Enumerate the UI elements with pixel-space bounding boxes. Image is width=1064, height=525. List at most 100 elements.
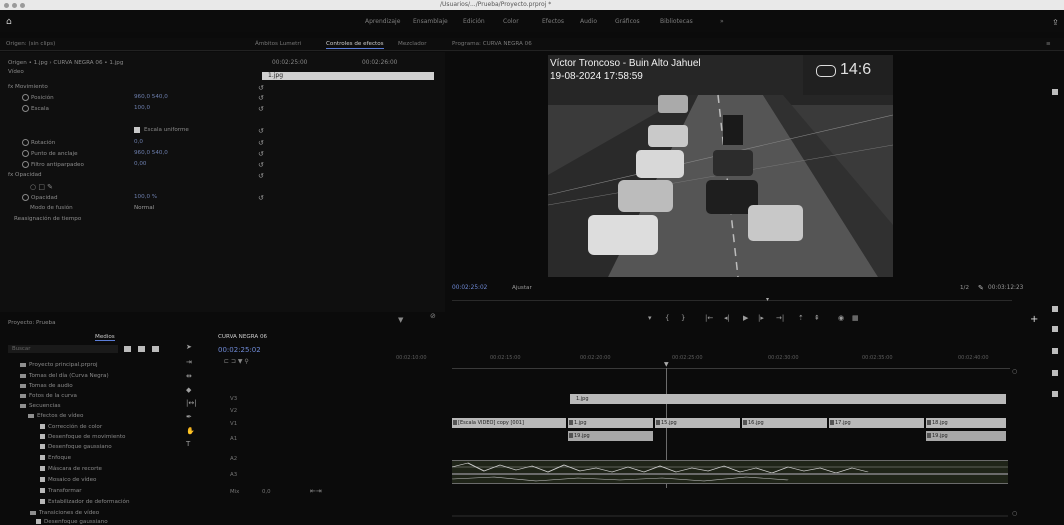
wrench-icon[interactable]: ✎ bbox=[978, 284, 984, 292]
track-header-a3[interactable]: A3 bbox=[230, 472, 237, 478]
timeline-scroll-handle-icon[interactable]: ○ bbox=[1012, 510, 1017, 517]
share-icon[interactable]: ⇪ bbox=[1052, 18, 1059, 27]
close-window-icon[interactable] bbox=[4, 3, 9, 8]
step-back-icon[interactable]: ◂| bbox=[724, 314, 730, 322]
program-scrubber[interactable] bbox=[452, 300, 1012, 301]
position-value[interactable]: 960,0 540,0 bbox=[134, 94, 168, 100]
reset-icon[interactable]: ↺ bbox=[258, 161, 264, 169]
scale-row[interactable]: Escala bbox=[22, 105, 49, 112]
opacity-value[interactable]: 100,0 % bbox=[134, 194, 157, 200]
lift-icon[interactable]: ⇡ bbox=[798, 314, 804, 322]
stopwatch-icon[interactable] bbox=[22, 194, 29, 201]
anti-flicker-value[interactable]: 0,00 bbox=[134, 161, 146, 167]
timeline-clip-v2[interactable]: 15.jpg bbox=[655, 418, 740, 428]
reset-icon[interactable]: ↺ bbox=[258, 172, 264, 180]
stopwatch-icon[interactable] bbox=[22, 150, 29, 157]
track-header-v3[interactable]: V3 bbox=[230, 396, 237, 402]
anti-flicker-row[interactable]: Filtro antiparpadeo bbox=[22, 161, 84, 168]
bin-item[interactable]: Mosaico de vídeo bbox=[40, 477, 96, 483]
track-header-v1[interactable]: V1 bbox=[230, 421, 237, 427]
in-point-icon[interactable]: { bbox=[665, 314, 669, 322]
track-toggle-checkbox[interactable] bbox=[1052, 348, 1058, 354]
timeline-tool-icons[interactable]: ⊏ ⊐ ▼ ⚲ bbox=[224, 358, 249, 365]
fit-timeline-icon[interactable]: ⇤⇥ bbox=[310, 487, 322, 495]
workspace-3[interactable]: Color bbox=[503, 18, 519, 25]
tab-media[interactable]: Medios bbox=[95, 334, 115, 341]
tab-effect-controls[interactable]: Controles de efectos bbox=[326, 41, 384, 49]
timeline-clip-v2[interactable]: 16.jpg bbox=[742, 418, 827, 428]
effect-controls-clip-bar[interactable]: 1.jpg bbox=[262, 72, 434, 80]
timeline-clip-v2[interactable]: 1.jpg bbox=[568, 418, 653, 428]
timeline-clip-v3[interactable]: 1.jpg bbox=[570, 394, 1006, 404]
bin-item[interactable]: Desenfoque de movimiento bbox=[40, 434, 125, 440]
workspace-4[interactable]: Efectos bbox=[542, 18, 564, 25]
minimize-window-icon[interactable] bbox=[12, 3, 17, 8]
timeline-clip-v2[interactable]: [Escala VIDEO] copy [001] bbox=[452, 418, 566, 428]
mask-shape-icons[interactable]: ○ □ ✎ bbox=[30, 183, 53, 191]
track-toggle-checkbox[interactable] bbox=[1052, 89, 1058, 95]
step-forward-icon[interactable]: |▸ bbox=[758, 314, 764, 322]
program-monitor-frame[interactable]: Víctor Troncoso - Buin Alto Jahuel 19-08… bbox=[548, 55, 893, 277]
hand-tool-icon[interactable]: ✋ bbox=[186, 427, 195, 435]
playhead-marker-icon[interactable]: ▾ bbox=[766, 296, 769, 303]
scale-value[interactable]: 100,0 bbox=[134, 105, 150, 111]
extract-icon[interactable]: ⇞ bbox=[814, 314, 820, 322]
go-out-icon[interactable]: →| bbox=[776, 314, 784, 322]
bin-item[interactable]: Corrección de color bbox=[40, 424, 102, 430]
funnel-icon[interactable]: ▼ bbox=[398, 316, 403, 324]
anchor-point-value[interactable]: 960,0 540,0 bbox=[134, 150, 168, 156]
quality-dropdown[interactable]: 1/2 bbox=[960, 285, 969, 291]
reset-icon[interactable]: ↺ bbox=[258, 139, 264, 147]
project-item[interactable]: Fotos de la curva bbox=[20, 393, 77, 399]
fit-dropdown[interactable]: Ajustar bbox=[512, 285, 532, 291]
home-icon[interactable]: ⌂ bbox=[6, 17, 12, 27]
timeline-end-marker-icon[interactable]: ○ bbox=[1012, 368, 1017, 375]
stopwatch-icon[interactable] bbox=[22, 161, 29, 168]
project-item[interactable]: Secuencias bbox=[20, 403, 61, 409]
program-timecode-current[interactable]: 00:02:25:02 bbox=[452, 285, 487, 291]
ripple-edit-tool-icon[interactable]: ⇹ bbox=[186, 372, 192, 380]
reset-icon[interactable]: ↺ bbox=[258, 94, 264, 102]
stopwatch-icon[interactable] bbox=[22, 94, 29, 101]
track-header-a1[interactable]: A1 bbox=[230, 436, 237, 442]
project-panel-title[interactable]: Proyecto: Prueba bbox=[8, 320, 56, 326]
track-header-mix[interactable]: Mix bbox=[230, 489, 239, 495]
zoom-window-icon[interactable] bbox=[20, 3, 25, 8]
workspace-1[interactable]: Ensamblaje bbox=[413, 18, 448, 25]
timeline-clip-v1[interactable]: 19.jpg bbox=[926, 431, 1006, 441]
slip-tool-icon[interactable]: |↔| bbox=[186, 399, 197, 407]
marker-icon[interactable]: ▾ bbox=[648, 314, 652, 322]
track-toggle-checkbox[interactable] bbox=[1052, 391, 1058, 397]
tab-program-monitor[interactable]: Programa: CURVA NEGRA 06 bbox=[452, 41, 532, 47]
opacity-effect-row[interactable]: fx Opacidad bbox=[8, 172, 42, 178]
reset-icon[interactable]: ↺ bbox=[258, 127, 264, 135]
go-in-icon[interactable]: |← bbox=[705, 314, 713, 322]
bin-item[interactable]: Transiciones de vídeo bbox=[30, 510, 99, 516]
reset-icon[interactable]: ↺ bbox=[258, 194, 264, 202]
list-view-icon[interactable] bbox=[152, 346, 159, 352]
audio-clip-a2[interactable] bbox=[452, 474, 1008, 484]
uniform-scale-checkbox[interactable] bbox=[134, 127, 140, 133]
track-toggle-checkbox[interactable] bbox=[1052, 306, 1058, 312]
workspace-5[interactable]: Audio bbox=[580, 18, 597, 25]
tab-lumetri-scopes[interactable]: Ámbitos Lumetri bbox=[255, 41, 301, 47]
stopwatch-icon[interactable] bbox=[22, 105, 29, 112]
reset-icon[interactable]: ↺ bbox=[258, 150, 264, 158]
track-toggle-checkbox[interactable] bbox=[1052, 370, 1058, 376]
timeline-clip-v2[interactable]: 17.jpg bbox=[829, 418, 924, 428]
reset-icon[interactable]: ↺ bbox=[258, 105, 264, 113]
track-select-tool-icon[interactable]: ⇥ bbox=[186, 358, 192, 366]
panel-menu-icon[interactable]: ≡ bbox=[1046, 41, 1051, 47]
project-item[interactable]: Efectos de vídeo bbox=[28, 413, 83, 419]
add-button-icon[interactable]: + bbox=[1030, 314, 1038, 325]
opacity-row[interactable]: Opacidad bbox=[22, 194, 58, 201]
bin-item[interactable]: Enfoque bbox=[40, 455, 71, 461]
workspace-more[interactable]: » bbox=[720, 18, 724, 25]
playhead-icon[interactable]: ▼ bbox=[664, 361, 669, 368]
workspace-2[interactable]: Edición bbox=[463, 18, 485, 25]
project-item[interactable]: Tomas de audio bbox=[20, 383, 73, 389]
audio-clip-a1[interactable] bbox=[452, 460, 1008, 474]
bin-item[interactable]: Desenfoque gaussiano bbox=[40, 444, 112, 450]
bin-item[interactable]: Máscara de recorte bbox=[40, 466, 102, 472]
time-remap-row[interactable]: Reasignación de tiempo bbox=[14, 216, 81, 222]
